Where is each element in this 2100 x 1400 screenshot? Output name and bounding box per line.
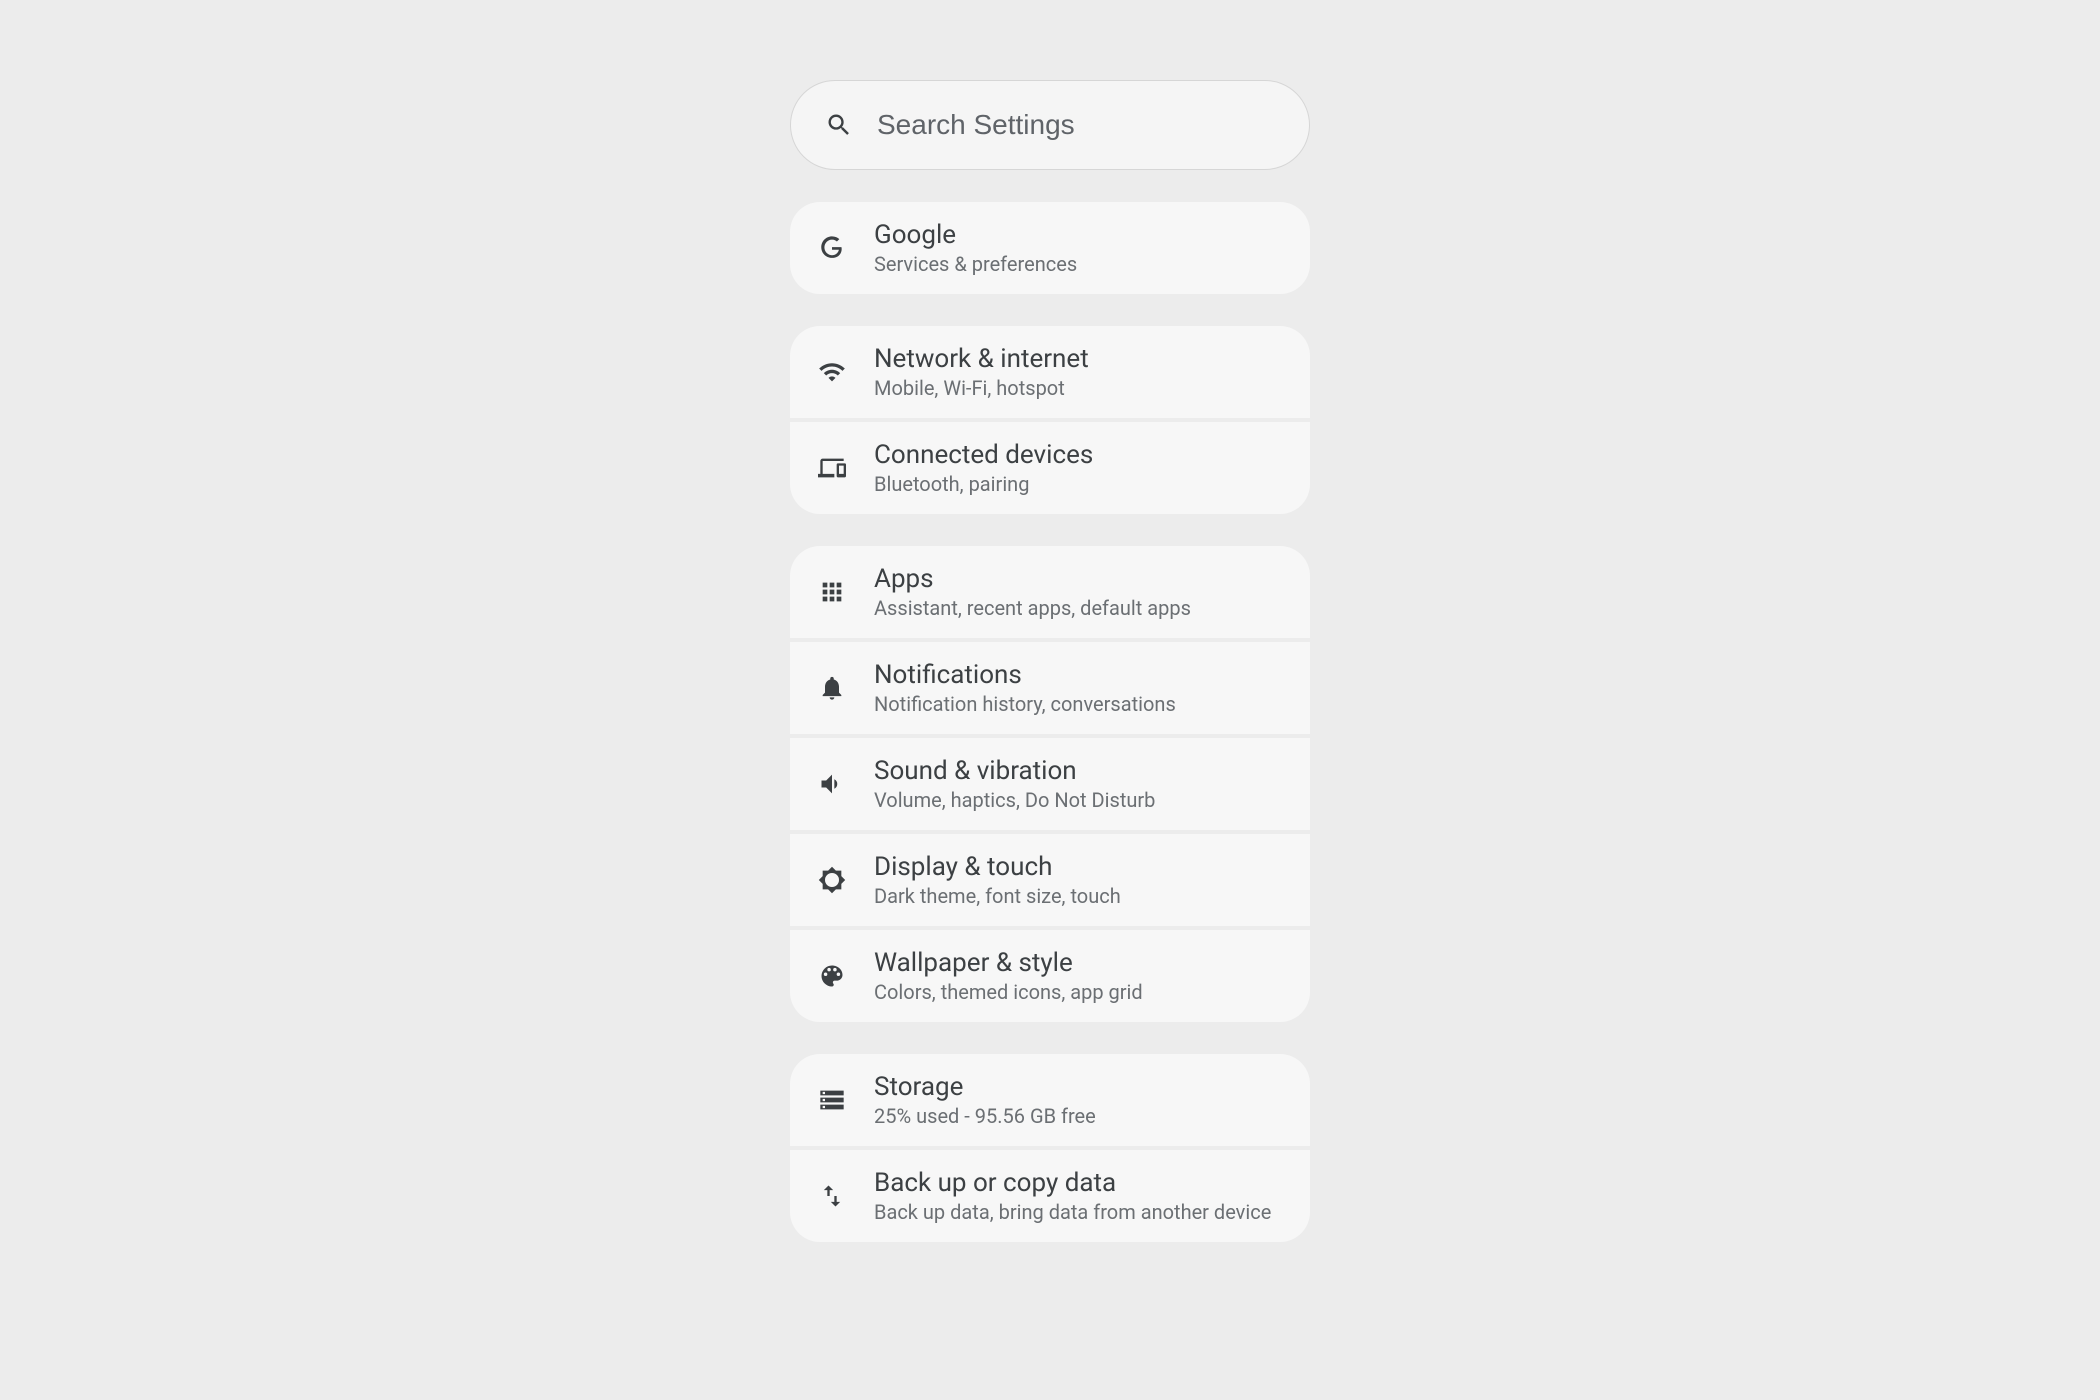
palette-icon xyxy=(814,958,850,994)
settings-item-apps[interactable]: Apps Assistant, recent apps, default app… xyxy=(790,546,1310,638)
volume-icon xyxy=(814,766,850,802)
item-subtitle: Colors, themed icons, app grid xyxy=(874,980,1143,1004)
item-subtitle: Volume, haptics, Do Not Disturb xyxy=(874,788,1155,812)
item-title: Back up or copy data xyxy=(874,1168,1271,1198)
item-title: Wallpaper & style xyxy=(874,948,1143,978)
settings-group: Google Services & preferences xyxy=(790,202,1310,294)
settings-item-backup[interactable]: Back up or copy data Back up data, bring… xyxy=(790,1150,1310,1242)
settings-group: Apps Assistant, recent apps, default app… xyxy=(790,546,1310,1022)
item-title: Apps xyxy=(874,564,1191,594)
item-title: Google xyxy=(874,220,1077,250)
settings-group: Storage 25% used - 95.56 GB free Back up… xyxy=(790,1054,1310,1242)
google-icon xyxy=(814,230,850,266)
settings-item-google[interactable]: Google Services & preferences xyxy=(790,202,1310,294)
item-title: Notifications xyxy=(874,660,1176,690)
item-subtitle: Notification history, conversations xyxy=(874,692,1176,716)
settings-item-connected-devices[interactable]: Connected devices Bluetooth, pairing xyxy=(790,422,1310,514)
devices-icon xyxy=(814,450,850,486)
settings-item-network[interactable]: Network & internet Mobile, Wi-Fi, hotspo… xyxy=(790,326,1310,418)
search-input[interactable] xyxy=(877,109,1279,141)
item-title: Display & touch xyxy=(874,852,1121,882)
search-settings[interactable] xyxy=(790,80,1310,170)
bell-icon xyxy=(814,670,850,706)
item-title: Sound & vibration xyxy=(874,756,1155,786)
storage-icon xyxy=(814,1082,850,1118)
item-subtitle: Services & preferences xyxy=(874,252,1077,276)
settings-item-storage[interactable]: Storage 25% used - 95.56 GB free xyxy=(790,1054,1310,1146)
item-title: Connected devices xyxy=(874,440,1093,470)
apps-icon xyxy=(814,574,850,610)
item-subtitle: Mobile, Wi-Fi, hotspot xyxy=(874,376,1089,400)
item-subtitle: Back up data, bring data from another de… xyxy=(874,1200,1271,1224)
brightness-icon xyxy=(814,862,850,898)
backup-icon xyxy=(814,1178,850,1214)
item-subtitle: Bluetooth, pairing xyxy=(874,472,1093,496)
item-title: Storage xyxy=(874,1072,1096,1102)
item-title: Network & internet xyxy=(874,344,1089,374)
item-subtitle: Dark theme, font size, touch xyxy=(874,884,1121,908)
settings-group: Network & internet Mobile, Wi-Fi, hotspo… xyxy=(790,326,1310,514)
item-subtitle: 25% used - 95.56 GB free xyxy=(874,1104,1096,1128)
item-subtitle: Assistant, recent apps, default apps xyxy=(874,596,1191,620)
settings-item-sound[interactable]: Sound & vibration Volume, haptics, Do No… xyxy=(790,738,1310,830)
settings-screen: Google Services & preferences Network & … xyxy=(790,80,1310,1400)
settings-item-display[interactable]: Display & touch Dark theme, font size, t… xyxy=(790,834,1310,926)
search-icon xyxy=(821,107,857,143)
wifi-icon xyxy=(814,354,850,390)
settings-item-wallpaper[interactable]: Wallpaper & style Colors, themed icons, … xyxy=(790,930,1310,1022)
settings-item-notifications[interactable]: Notifications Notification history, conv… xyxy=(790,642,1310,734)
